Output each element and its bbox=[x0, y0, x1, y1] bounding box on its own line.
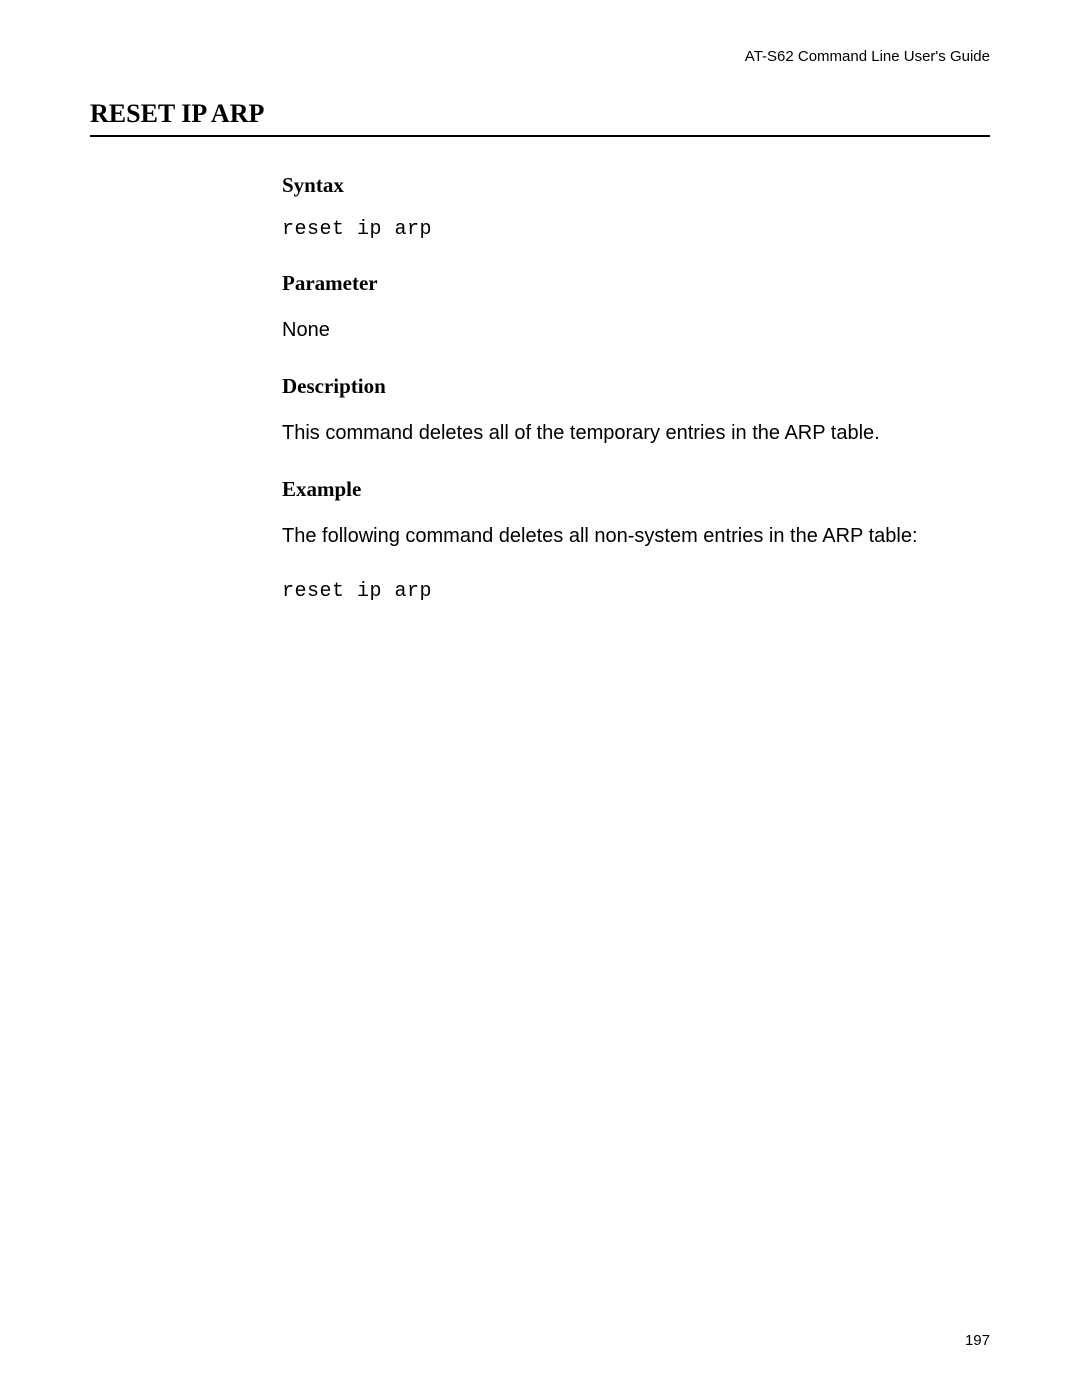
parameter-heading: Parameter bbox=[282, 271, 950, 296]
description-text: This command deletes all of the temporar… bbox=[282, 419, 950, 447]
content-area: Syntax reset ip arp Parameter None Descr… bbox=[282, 173, 990, 603]
syntax-heading: Syntax bbox=[282, 173, 950, 198]
example-heading: Example bbox=[282, 477, 950, 502]
syntax-code: reset ip arp bbox=[282, 218, 950, 241]
main-command-title: RESET IP ARP bbox=[90, 99, 990, 137]
description-heading: Description bbox=[282, 374, 950, 399]
page-number: 197 bbox=[965, 1332, 990, 1349]
header-guide-title: AT-S62 Command Line User's Guide bbox=[90, 48, 990, 65]
page-container: AT-S62 Command Line User's Guide RESET I… bbox=[0, 0, 1080, 603]
example-code: reset ip arp bbox=[282, 580, 950, 603]
example-text: The following command deletes all non-sy… bbox=[282, 522, 950, 550]
parameter-text: None bbox=[282, 316, 950, 344]
